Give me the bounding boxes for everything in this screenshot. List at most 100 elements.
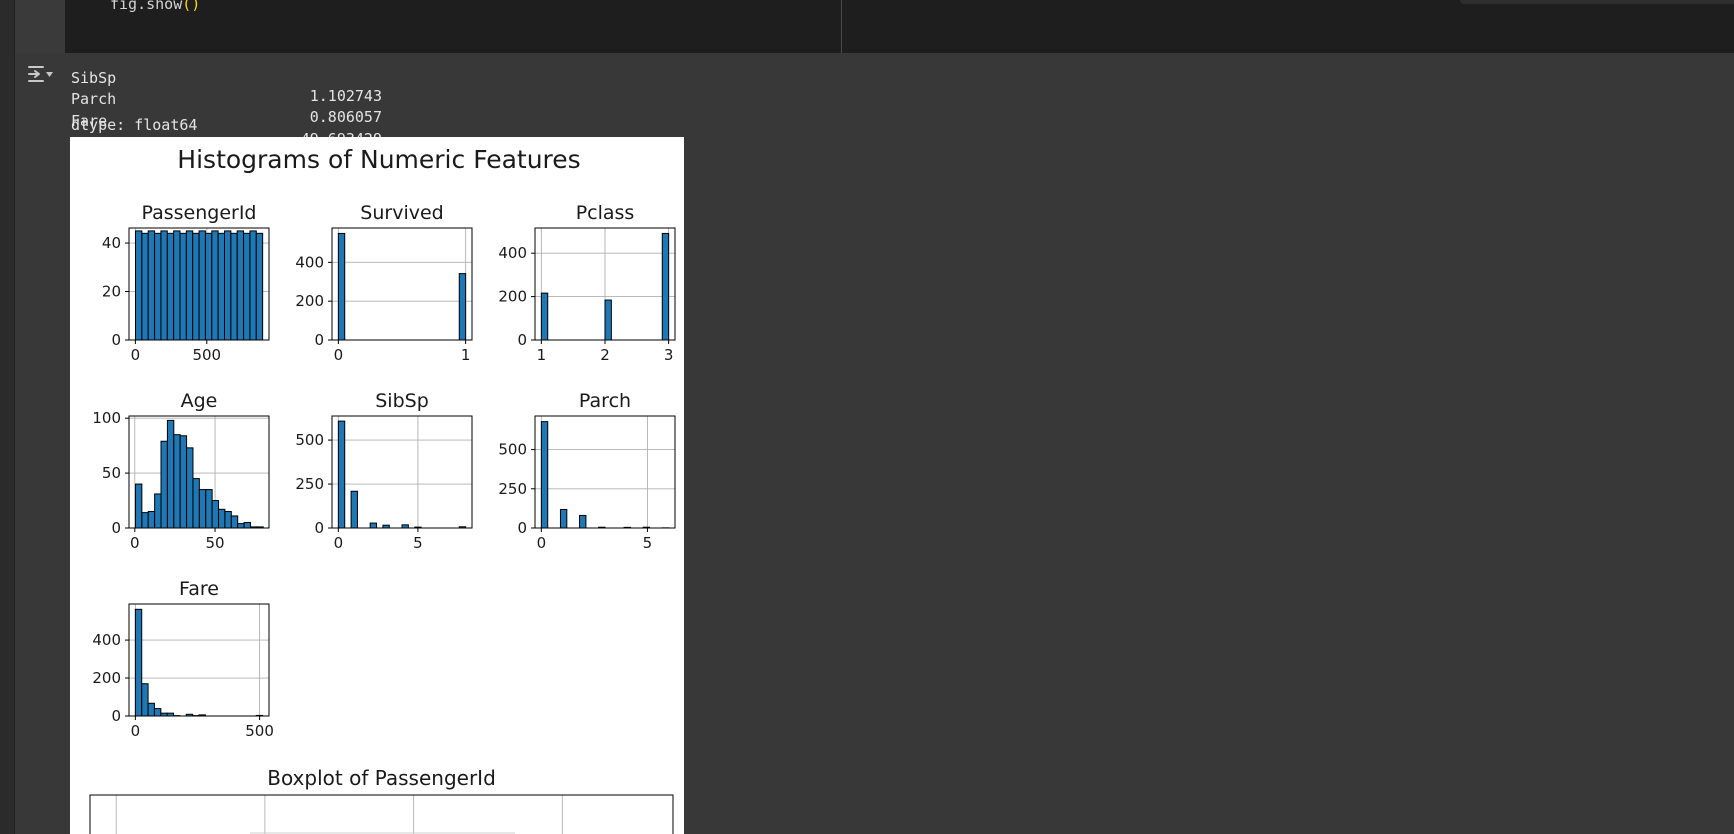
histogram-bar bbox=[186, 447, 194, 529]
y-tick-label: 400 bbox=[498, 244, 527, 262]
code-line[interactable]: fig.show() bbox=[110, 0, 200, 13]
histogram-bar bbox=[141, 683, 149, 717]
histogram-bar bbox=[243, 232, 251, 341]
histogram-bar bbox=[141, 232, 149, 341]
code-cell[interactable] bbox=[15, 0, 1734, 53]
subplot-title: Pclass bbox=[576, 202, 635, 224]
subplot-title: PassengerId bbox=[141, 202, 256, 224]
x-tick-label: 0 bbox=[537, 534, 547, 552]
stats-row-value: 1.102743 bbox=[309, 87, 382, 105]
axes-frame bbox=[128, 603, 270, 717]
histogram-bar bbox=[198, 230, 206, 341]
y-tick-label: 0 bbox=[314, 519, 324, 537]
histogram-bar bbox=[179, 435, 188, 529]
histogram-bar bbox=[540, 292, 549, 341]
histogram-bar bbox=[579, 514, 587, 529]
histogram-bar bbox=[179, 232, 187, 341]
histogram-bar bbox=[369, 522, 378, 529]
y-tick-label: 200 bbox=[92, 669, 121, 687]
histogram-bar bbox=[166, 419, 175, 529]
x-tick-label: 500 bbox=[245, 722, 274, 740]
histogram-bar bbox=[337, 420, 346, 529]
histogram-bar bbox=[255, 232, 264, 341]
histogram-bar bbox=[154, 493, 162, 529]
histogram-bar bbox=[237, 523, 245, 529]
y-tick-label: 400 bbox=[295, 253, 324, 271]
x-tick-label: 50 bbox=[206, 534, 225, 552]
histogram-bar bbox=[134, 483, 143, 529]
boxplot-frame bbox=[89, 794, 674, 834]
x-tick-label: 0 bbox=[130, 534, 140, 552]
dtype-line: dtype: float64 bbox=[71, 116, 198, 134]
histogram-bar bbox=[218, 508, 226, 529]
histogram-bar bbox=[243, 522, 251, 529]
x-tick-label: 2 bbox=[600, 346, 610, 364]
histogram-bar bbox=[224, 230, 232, 341]
subplot-title: Survived bbox=[360, 202, 443, 224]
histogram-bar bbox=[224, 511, 232, 529]
histogram-bar bbox=[185, 230, 194, 341]
left-gutter bbox=[0, 0, 14, 834]
histogram-bar bbox=[154, 232, 162, 341]
x-tick-label: 0 bbox=[334, 534, 344, 552]
subplot-title: Fare bbox=[179, 578, 219, 600]
subplot-title: Age bbox=[181, 390, 218, 412]
histogram-bar bbox=[147, 230, 156, 341]
histogram-bar bbox=[217, 232, 225, 341]
y-tick-label: 0 bbox=[111, 331, 121, 349]
histogram-bar bbox=[458, 273, 467, 341]
histogram-bar bbox=[350, 490, 358, 529]
output-toggle-icon[interactable] bbox=[26, 62, 54, 88]
histogram-bar bbox=[135, 230, 143, 341]
histogram-bar bbox=[211, 230, 219, 341]
x-tick-label: 0 bbox=[131, 722, 141, 740]
y-tick-label: 250 bbox=[295, 475, 324, 493]
y-tick-label: 200 bbox=[498, 288, 527, 306]
x-tick-label: 5 bbox=[413, 534, 423, 552]
histogram-bar bbox=[211, 500, 220, 529]
histogram-bar bbox=[147, 511, 156, 529]
y-tick-label: 0 bbox=[111, 707, 121, 725]
figure-title: Histograms of Numeric Features bbox=[177, 145, 580, 174]
histogram-bar bbox=[205, 489, 213, 529]
histogram-bar bbox=[337, 232, 346, 341]
histogram-bar bbox=[230, 515, 239, 529]
boxplot-title: Boxplot of PassengerId bbox=[267, 766, 496, 790]
histogram-bar bbox=[236, 230, 245, 341]
histogram-bar bbox=[230, 232, 238, 341]
histogram-bar bbox=[173, 434, 181, 529]
figure-canvas: Histograms of Numeric Features 0 50002040… bbox=[89, 145, 676, 834]
histogram-bar bbox=[141, 512, 149, 529]
x-tick-label: 500 bbox=[192, 346, 221, 364]
histogram-bar bbox=[160, 230, 168, 341]
histogram-bar bbox=[604, 299, 612, 341]
code-text: fig.show bbox=[110, 0, 183, 13]
y-tick-label: 0 bbox=[517, 331, 527, 349]
y-tick-label: 250 bbox=[498, 480, 527, 498]
histogram-bar bbox=[147, 702, 155, 717]
code-parens: () bbox=[182, 0, 201, 13]
y-tick-label: 400 bbox=[92, 631, 121, 649]
histogram-bar bbox=[249, 230, 257, 341]
histogram-bar bbox=[559, 508, 568, 529]
y-tick-label: 100 bbox=[92, 409, 121, 427]
x-tick-label: 3 bbox=[664, 346, 674, 364]
y-tick-label: 40 bbox=[102, 234, 121, 252]
histogram-bar bbox=[192, 478, 200, 529]
y-tick-label: 500 bbox=[295, 431, 324, 449]
x-tick-label: 0 bbox=[131, 346, 141, 364]
cell-run-area[interactable] bbox=[15, 0, 65, 53]
histogram-figure: Histograms of Numeric Features 0 500 0 20 40… bbox=[70, 137, 684, 834]
cell-divider bbox=[841, 0, 842, 53]
axes-frame bbox=[534, 415, 676, 529]
subplot-title: SibSp bbox=[375, 390, 429, 412]
histogram-bar bbox=[192, 232, 200, 341]
y-tick-label: 0 bbox=[314, 331, 324, 349]
y-tick-label: 0 bbox=[517, 519, 527, 537]
cell-toolbar-edge bbox=[1460, 0, 1734, 4]
subplot-title: Parch bbox=[579, 390, 631, 412]
stats-row-value: 0.806057 bbox=[309, 108, 382, 126]
axes-frame bbox=[331, 227, 473, 341]
gutter-divider bbox=[14, 0, 15, 834]
y-tick-label: 0 bbox=[111, 519, 121, 537]
